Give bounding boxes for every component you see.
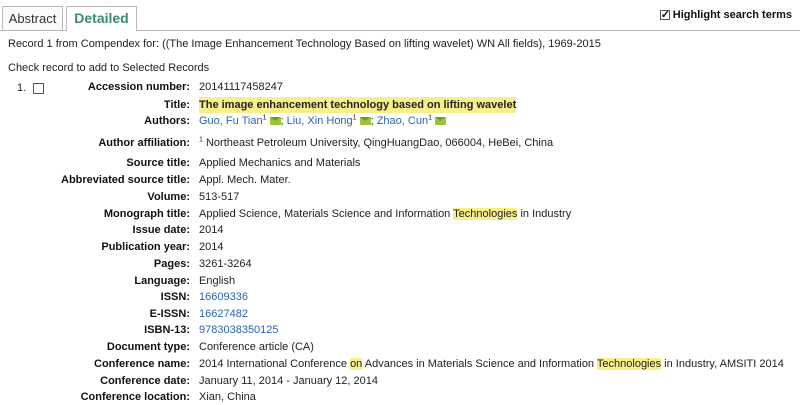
record-summary: Record 1 from Compendex for: ((The Image…	[8, 38, 601, 50]
field-value: 1 Northeast Petroleum University, QingHu…	[199, 135, 553, 151]
field-label: E-ISSN:	[149, 308, 190, 320]
field-label: ISSN:	[160, 291, 190, 303]
field-value: Appl. Mech. Mater.	[199, 174, 291, 186]
field-label: ISBN-13:	[144, 324, 190, 336]
field-value: 2014	[199, 241, 224, 253]
author-link[interactable]: Zhao, Cun	[377, 115, 428, 127]
author-sup: 1	[428, 114, 432, 122]
author-sup: 1	[352, 114, 357, 122]
field-label: Conference location:	[80, 391, 190, 403]
field-label: Authors:	[144, 115, 190, 127]
field-value: 2014	[199, 224, 224, 236]
field-label: Abbreviated source title:	[61, 174, 190, 186]
tab-abstract[interactable]: Abstract	[2, 6, 63, 30]
text-segment: Applied Science, Materials Science and I…	[199, 208, 454, 220]
field-label: Monograph title:	[103, 208, 190, 220]
author-sup: 1	[262, 114, 267, 122]
highlight-checkbox[interactable]	[659, 8, 670, 21]
text-segment: in Industry	[517, 208, 572, 220]
title-value: The image enhancement technology based o…	[199, 97, 517, 113]
field-label: Document type:	[106, 341, 190, 353]
tab-bar: Abstract Detailed Highlight search terms	[0, 0, 800, 31]
field-label: Conference date:	[100, 375, 190, 387]
text-segment: Advances in Materials Science and Inform…	[362, 358, 597, 370]
field-label: Publication year:	[101, 241, 190, 253]
highlight-label: Highlight search terms	[672, 9, 792, 21]
field-value: 3261-3264	[199, 258, 252, 270]
email-icon[interactable]	[269, 117, 281, 126]
author-sep: ;	[370, 115, 374, 127]
email-icon[interactable]	[434, 117, 446, 126]
author-link[interactable]: Liu, Xin Hong	[287, 115, 353, 127]
field-label: Source title:	[126, 157, 190, 169]
text-segment: 2014 International Conference	[199, 358, 351, 370]
field-label: Issue date:	[132, 224, 190, 236]
isbn13-link[interactable]: 9783038350125	[199, 322, 279, 338]
field-value: Xian, China	[199, 391, 256, 403]
field-label: Pages:	[153, 258, 190, 270]
affiliation-text: Northeast Petroleum University, QingHuan…	[205, 137, 554, 149]
check-instructions: Check record to add to Selected Records	[8, 62, 210, 74]
highlight-search-terms-toggle[interactable]: Highlight search terms	[659, 8, 792, 21]
highlighted-term: Technologies	[453, 208, 518, 220]
field-label: Accession number:	[87, 81, 190, 93]
field-value: Applied Science, Materials Science and I…	[199, 206, 571, 222]
field-value: January 11, 2014 - January 12, 2014	[199, 375, 378, 387]
field-value: Conference article (CA)	[199, 341, 314, 353]
field-label: Author affiliation:	[98, 137, 190, 149]
highlighted-term: Technologies	[596, 358, 662, 370]
field-value: 20141117458247	[199, 81, 284, 93]
field-label: Language:	[134, 275, 190, 287]
author-link[interactable]: Guo, Fu Tian	[199, 115, 263, 127]
field-value: English	[199, 275, 236, 287]
field-label: Volume:	[147, 191, 190, 203]
issn-link[interactable]: 16609336	[199, 289, 248, 305]
field-label: Conference name:	[94, 358, 190, 370]
eissn-link[interactable]: 16627482	[199, 306, 248, 322]
email-icon[interactable]	[359, 117, 371, 126]
field-value: Applied Mechanics and Materials	[199, 157, 361, 169]
tab-detailed[interactable]: Detailed	[66, 6, 137, 31]
affiliation-sup: 1	[199, 136, 203, 144]
highlighted-term: on	[350, 358, 363, 370]
authors-list: Guo, Fu Tian1; Liu, Xin Hong1; Zhao, Cun…	[199, 113, 446, 129]
author-sep: ;	[280, 115, 284, 127]
text-segment: in Industry, AMSITI 2014	[661, 358, 784, 370]
field-value: 513-517	[199, 191, 240, 203]
field-label: Title:	[163, 99, 190, 111]
field-value: 2014 International Conference on Advance…	[199, 356, 784, 372]
